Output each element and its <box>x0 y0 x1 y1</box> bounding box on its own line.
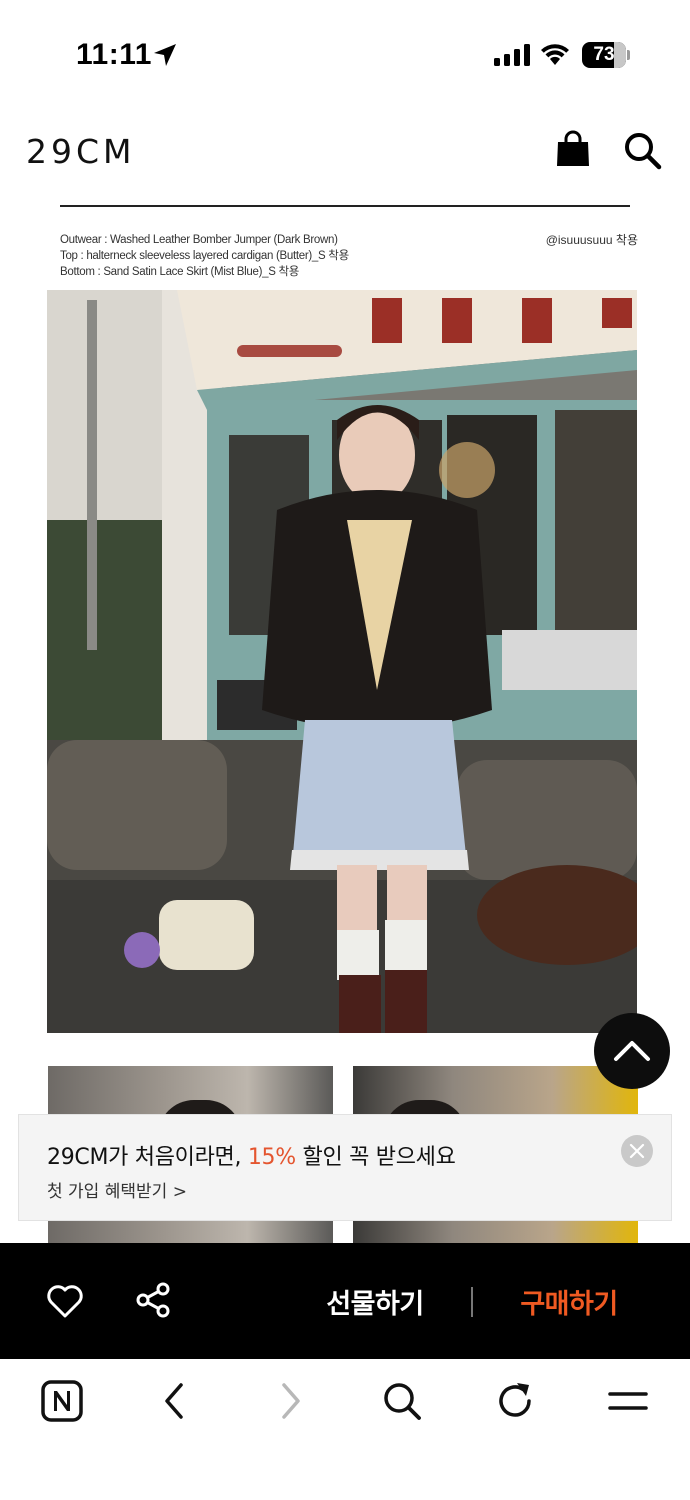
caption-top: Top : halterneck sleeveless layered card… <box>60 250 349 262</box>
wifi-icon <box>541 44 569 65</box>
refresh-icon[interactable] <box>493 1379 537 1423</box>
brand-logo[interactable]: 29CM <box>26 132 136 171</box>
promo-close-button[interactable] <box>621 1135 653 1167</box>
location-arrow-icon <box>154 44 176 66</box>
back-icon[interactable] <box>153 1379 197 1423</box>
cellular-signal-icon <box>494 44 530 66</box>
promo-title-suffix: 할인 꼭 받으세요 <box>295 1145 456 1170</box>
app-header: 29CM <box>0 110 690 190</box>
menu-icon[interactable] <box>606 1379 650 1423</box>
share-icon[interactable] <box>134 1281 172 1319</box>
battery-percent: 73 <box>593 44 615 65</box>
status-time: 11:11 <box>76 38 152 71</box>
search-icon[interactable] <box>622 130 662 170</box>
caption-bottom: Bottom : Sand Satin Lace Skirt (Mist Blu… <box>60 266 300 278</box>
search-icon[interactable] <box>380 1379 424 1423</box>
header-divider <box>60 205 630 207</box>
product-caption: Outwear : Washed Leather Bomber Jumper (… <box>60 232 640 280</box>
scroll-to-top-button[interactable] <box>594 1013 670 1089</box>
battery-icon: 73 <box>582 42 630 68</box>
close-icon <box>629 1143 645 1159</box>
product-photo <box>47 290 637 1033</box>
browser-toolbar <box>0 1359 690 1500</box>
action-separator <box>471 1287 473 1317</box>
chevron-up-icon <box>614 1041 650 1061</box>
promo-signup-link[interactable]: 첫 가입 혜택받기 > <box>47 1177 187 1202</box>
shopping-bag-icon[interactable] <box>554 130 592 170</box>
naver-home-icon[interactable] <box>40 1379 84 1423</box>
buy-button[interactable]: 구매하기 <box>494 1279 644 1323</box>
status-bar: 11:11 73 <box>0 0 690 100</box>
promo-title-prefix: 29CM가 처음이라면, <box>47 1145 248 1170</box>
purchase-action-bar: 선물하기 구매하기 <box>0 1243 690 1359</box>
forward-icon[interactable] <box>268 1379 312 1423</box>
model-credit: @isuuusuuu 착용 <box>545 233 638 247</box>
promo-title: 29CM가 처음이라면, 15% 할인 꼭 받으세요 <box>47 1139 456 1171</box>
promo-discount: 15% <box>247 1145 296 1170</box>
heart-icon[interactable] <box>46 1283 84 1319</box>
signup-promo-banner[interactable]: 29CM가 처음이라면, 15% 할인 꼭 받으세요 첫 가입 혜택받기 > <box>18 1114 672 1221</box>
gift-button[interactable]: 선물하기 <box>300 1279 450 1323</box>
